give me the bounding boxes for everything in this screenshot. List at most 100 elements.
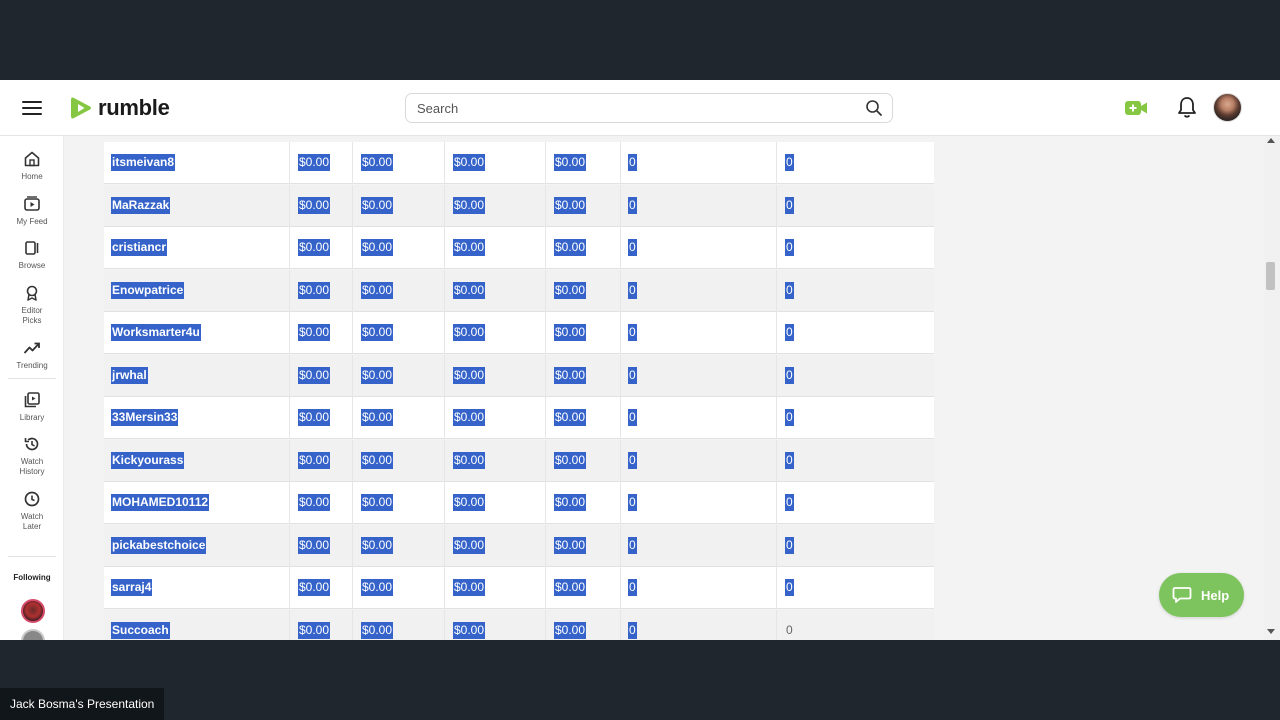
- help-button[interactable]: Help: [1159, 573, 1244, 617]
- sidebar-item-browse[interactable]: Browse: [0, 239, 64, 271]
- count-cell: 0: [785, 154, 794, 171]
- rumble-logo[interactable]: rumble: [68, 94, 170, 122]
- count-cell: 0: [785, 239, 794, 256]
- amount-cell: $0.00: [554, 324, 587, 341]
- table-row: Worksmarter4u $0.00 $0.00 $0.00 $0.00 0 …: [104, 312, 934, 354]
- amount-cell: $0.00: [453, 537, 486, 554]
- sidebar-divider: [8, 378, 56, 379]
- amount-cell: $0.00: [453, 197, 486, 214]
- scroll-up-arrow-icon[interactable]: [1267, 138, 1275, 143]
- amount-cell: $0.00: [298, 494, 331, 511]
- table-row: jrwhal $0.00 $0.00 $0.00 $0.00 0 0: [104, 355, 934, 397]
- amount-cell: $0.00: [298, 409, 331, 426]
- amount-cell: $0.00: [298, 239, 331, 256]
- count-cell: 0: [785, 197, 794, 214]
- table-row: MaRazzak $0.00 $0.00 $0.00 $0.00 0 0: [104, 185, 934, 227]
- amount-cell: $0.00: [554, 622, 587, 639]
- amount-cell: $0.00: [361, 409, 394, 426]
- sidebar-label-browse: Browse: [18, 261, 46, 270]
- amount-cell: $0.00: [453, 409, 486, 426]
- count-cell: 0: [628, 537, 637, 554]
- earnings-table: itsmeivan8 $0.00 $0.00 $0.00 $0.00 0 0 M…: [104, 136, 934, 640]
- scrollbar-thumb[interactable]: [1266, 262, 1275, 290]
- amount-cell: $0.00: [554, 494, 587, 511]
- sidebar-item-trending[interactable]: Trending: [0, 339, 64, 371]
- following-heading: Following: [13, 573, 51, 582]
- amount-cell: $0.00: [361, 537, 394, 554]
- username-cell: Kickyourass: [111, 452, 185, 469]
- table-row: cristiancr $0.00 $0.00 $0.00 $0.00 0 0: [104, 227, 934, 269]
- followed-channel-avatar[interactable]: [21, 629, 45, 640]
- scroll-down-arrow-icon[interactable]: [1267, 629, 1275, 634]
- sidebar-label-watch-later: Watch Later: [20, 512, 44, 531]
- username-cell: sarraj4: [111, 579, 153, 596]
- vertical-scrollbar[interactable]: [1264, 136, 1280, 640]
- amount-cell: $0.00: [361, 239, 394, 256]
- help-button-label: Help: [1201, 587, 1230, 603]
- amount-cell: $0.00: [554, 409, 587, 426]
- amount-cell: $0.00: [298, 324, 331, 341]
- search-icon[interactable]: [865, 99, 883, 117]
- table-row: Succoach $0.00 $0.00 $0.00 $0.00 0 0: [104, 610, 934, 640]
- count-cell: 0: [628, 494, 637, 511]
- award-icon: [26, 285, 38, 301]
- amount-cell: $0.00: [554, 239, 587, 256]
- count-cell: 0: [628, 324, 637, 341]
- followed-channel-avatar[interactable]: [21, 599, 45, 623]
- count-cell: 0: [786, 623, 793, 637]
- user-avatar[interactable]: [1213, 93, 1242, 122]
- table-row: MOHAMED10112 $0.00 $0.00 $0.00 $0.00 0 0: [104, 482, 934, 524]
- left-sidebar: Home My Feed Browse Editor Picks Trendin…: [0, 136, 64, 640]
- home-icon: [24, 151, 40, 167]
- sidebar-item-home[interactable]: Home: [0, 150, 64, 182]
- amount-cell: $0.00: [298, 537, 331, 554]
- username-cell: MaRazzak: [111, 197, 171, 214]
- browser-window: rumble Search Home My Feed Browse Editor…: [0, 80, 1280, 640]
- count-cell: 0: [628, 197, 637, 214]
- amount-cell: $0.00: [554, 367, 587, 384]
- table-row: itsmeivan8 $0.00 $0.00 $0.00 $0.00 0 0: [104, 142, 934, 184]
- username-cell: Enowpatrice: [111, 282, 185, 299]
- sidebar-label-editor-picks: Editor Picks: [21, 306, 43, 325]
- amount-cell: $0.00: [453, 154, 486, 171]
- search-input[interactable]: Search: [405, 93, 893, 123]
- sidebar-item-my-feed[interactable]: My Feed: [0, 195, 64, 227]
- table-row: Enowpatrice $0.00 $0.00 $0.00 $0.00 0 0: [104, 270, 934, 312]
- table-row: Kickyourass $0.00 $0.00 $0.00 $0.00 0 0: [104, 440, 934, 482]
- sidebar-item-editor-picks[interactable]: Editor Picks: [0, 284, 64, 326]
- amount-cell: $0.00: [361, 622, 394, 639]
- username-cell: MOHAMED10112: [111, 494, 210, 511]
- logo-wordmark: rumble: [98, 95, 170, 120]
- count-cell: 0: [628, 239, 637, 256]
- amount-cell: $0.00: [361, 452, 394, 469]
- notification-bell-icon[interactable]: [1176, 95, 1198, 119]
- amount-cell: $0.00: [554, 154, 587, 171]
- username-cell: Succoach: [111, 622, 170, 639]
- amount-cell: $0.00: [361, 154, 394, 171]
- sidebar-label-home: Home: [21, 172, 43, 181]
- table-row: 33Mersin33 $0.00 $0.00 $0.00 $0.00 0 0: [104, 397, 934, 439]
- amount-cell: $0.00: [453, 579, 486, 596]
- amount-cell: $0.00: [554, 537, 587, 554]
- sidebar-label-trending: Trending: [16, 361, 48, 370]
- sidebar-divider: [8, 556, 56, 557]
- amount-cell: $0.00: [453, 282, 486, 299]
- sidebar-item-watch-history[interactable]: Watch History: [0, 435, 64, 477]
- sidebar-item-watch-later[interactable]: Watch Later: [0, 490, 64, 532]
- amount-cell: $0.00: [361, 324, 394, 341]
- count-cell: 0: [628, 579, 637, 596]
- trending-icon: [23, 342, 40, 354]
- amount-cell: $0.00: [453, 622, 486, 639]
- count-cell: 0: [785, 579, 794, 596]
- count-cell: 0: [628, 452, 637, 469]
- count-cell: 0: [785, 367, 794, 384]
- hamburger-menu-icon[interactable]: [22, 99, 44, 117]
- upload-video-icon[interactable]: [1124, 97, 1148, 119]
- amount-cell: $0.00: [453, 324, 486, 341]
- username-cell: Worksmarter4u: [111, 324, 201, 341]
- amount-cell: $0.00: [361, 494, 394, 511]
- sidebar-item-library[interactable]: Library: [0, 391, 64, 423]
- amount-cell: $0.00: [453, 452, 486, 469]
- amount-cell: $0.00: [298, 282, 331, 299]
- search-placeholder: Search: [417, 100, 459, 116]
